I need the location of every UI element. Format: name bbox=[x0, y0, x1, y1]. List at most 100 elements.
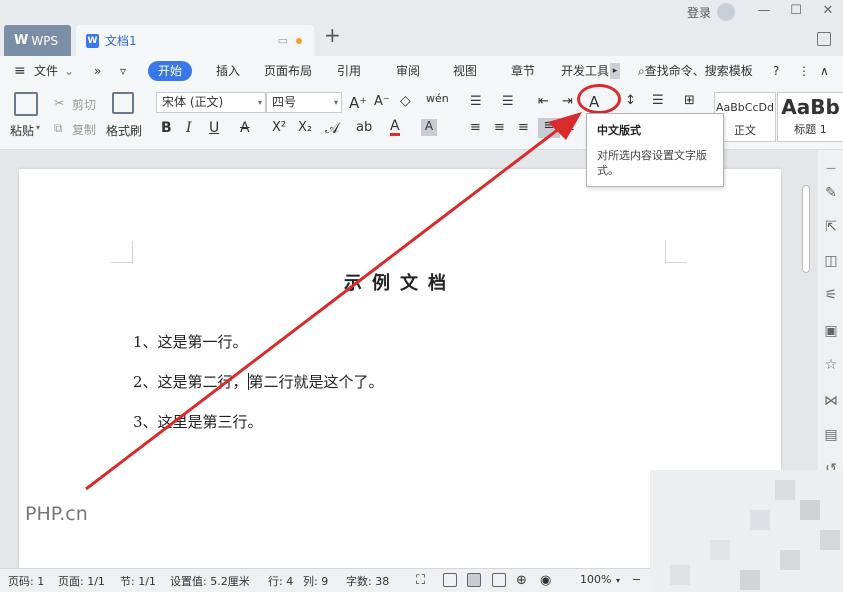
web-view-icon[interactable]: ⊕ bbox=[516, 573, 527, 588]
zoom-level[interactable]: 100% bbox=[580, 573, 611, 586]
status-page-number[interactable]: 页码: 1 bbox=[8, 573, 44, 589]
star-icon[interactable]: ☆ bbox=[822, 356, 840, 374]
tab-references[interactable]: 引用 bbox=[337, 56, 361, 86]
eye-protection-icon[interactable]: ◉ bbox=[540, 573, 551, 588]
minimize-icon[interactable]: — bbox=[754, 3, 774, 23]
strikethrough-button[interactable]: A bbox=[240, 120, 250, 136]
paste-icon[interactable] bbox=[14, 92, 38, 116]
style-heading-1[interactable]: AaBb 标题 1 bbox=[777, 92, 843, 142]
tab-developer[interactable]: 开发工具 bbox=[561, 56, 609, 86]
title-bar: 登录 — ☐ ✕ W WPS W 文档1 ▭ + bbox=[0, 0, 843, 56]
annotation-circle bbox=[577, 84, 621, 114]
line-spacing-icon[interactable]: ☰ bbox=[652, 93, 664, 108]
shapes-icon[interactable]: ◫ bbox=[822, 252, 840, 270]
command-search[interactable]: ⌕查找命令、搜索模板 bbox=[638, 56, 753, 86]
justify-icon[interactable]: ≡ bbox=[538, 118, 560, 138]
scissors-icon[interactable]: ✂ bbox=[54, 96, 64, 110]
bold-button[interactable]: B bbox=[161, 120, 172, 136]
zoom-out-button[interactable]: − bbox=[632, 573, 641, 586]
tab-page-layout[interactable]: 页面布局 bbox=[264, 56, 312, 86]
more-menu-icon[interactable]: » bbox=[94, 56, 101, 86]
font-name-value: 宋体 (正文) bbox=[162, 95, 224, 109]
screen-icon[interactable]: ▭ bbox=[278, 34, 288, 47]
minus-icon[interactable]: — bbox=[822, 160, 840, 178]
style-heading-label: 标题 1 bbox=[794, 123, 827, 136]
page-view-icon[interactable] bbox=[467, 573, 481, 587]
paste-button[interactable]: 粘贴 bbox=[10, 122, 34, 139]
increase-indent-icon[interactable]: ⇥ bbox=[562, 94, 573, 109]
align-center-icon[interactable]: ≡ bbox=[494, 120, 505, 135]
underline-button[interactable]: U bbox=[209, 120, 219, 136]
phonetic-guide-icon[interactable]: wén bbox=[426, 92, 449, 105]
italic-button[interactable]: I bbox=[186, 120, 192, 136]
chevron-down-icon[interactable]: ⌄ bbox=[64, 56, 74, 86]
tab-document[interactable]: W 文档1 ▭ bbox=[76, 25, 314, 56]
outline-view-icon[interactable] bbox=[492, 573, 506, 587]
cut-button[interactable]: 剪切 bbox=[72, 96, 96, 113]
tooltip-description: 对所选内容设置文字版式。 bbox=[597, 149, 707, 177]
new-tab-button[interactable]: + bbox=[324, 23, 341, 47]
font-name-select[interactable]: 宋体 (正文) ▾ bbox=[156, 92, 266, 113]
archive-icon[interactable]: ▤ bbox=[822, 426, 840, 444]
document-title: 示例文档 bbox=[344, 273, 456, 294]
collapse-ribbon-icon[interactable]: ∧ bbox=[820, 56, 829, 86]
login-link[interactable]: 登录 bbox=[687, 4, 711, 21]
borders-icon[interactable]: ⊞ bbox=[684, 93, 695, 108]
document-icon: W bbox=[86, 33, 99, 48]
cursor-icon[interactable]: ⇱ bbox=[822, 218, 840, 236]
shrink-font-icon[interactable]: A⁻ bbox=[374, 94, 390, 109]
align-left-icon[interactable]: ≡ bbox=[470, 120, 481, 135]
page-corner-mark bbox=[665, 241, 687, 263]
vertical-scrollbar[interactable] bbox=[802, 185, 810, 273]
grow-font-icon[interactable]: A⁺ bbox=[349, 94, 367, 112]
ribbon-scroll-right-icon[interactable]: ▸ bbox=[610, 63, 620, 79]
close-icon[interactable]: ✕ bbox=[818, 3, 838, 23]
quick-access-dropdown-icon[interactable]: ▿ bbox=[120, 56, 126, 86]
format-painter-icon[interactable] bbox=[112, 92, 134, 114]
status-pages[interactable]: 页面: 1/1 bbox=[58, 573, 105, 589]
bullet-list-icon[interactable]: ☰ bbox=[470, 94, 482, 109]
status-setting[interactable]: 设置值: 5.2厘米 bbox=[170, 573, 250, 589]
font-color-icon[interactable]: A bbox=[390, 119, 400, 136]
sort-icon[interactable]: ↕ bbox=[625, 93, 636, 108]
tab-insert[interactable]: 插入 bbox=[216, 56, 240, 86]
copy-button[interactable]: 复制 bbox=[72, 121, 96, 138]
chevron-down-icon[interactable]: ▾ bbox=[616, 576, 620, 585]
hamburger-icon[interactable]: ≡ bbox=[14, 56, 26, 86]
share-icon[interactable]: ⋈ bbox=[822, 392, 840, 410]
picture-icon[interactable]: ▣ bbox=[822, 322, 840, 340]
eraser-icon[interactable]: ◇ bbox=[400, 93, 411, 109]
avatar[interactable] bbox=[717, 3, 735, 21]
tab-view[interactable]: 视图 bbox=[453, 56, 477, 86]
pen-icon[interactable]: ✎ bbox=[822, 184, 840, 202]
maximize-icon[interactable]: ☐ bbox=[786, 3, 806, 23]
more-options-icon[interactable]: ⋮ bbox=[798, 56, 810, 86]
chevron-down-icon[interactable]: ▾ bbox=[36, 123, 40, 132]
adjust-icon[interactable]: ⚟ bbox=[822, 286, 840, 304]
tab-review[interactable]: 审阅 bbox=[396, 56, 420, 86]
status-section[interactable]: 节: 1/1 bbox=[120, 573, 156, 589]
reading-view-icon[interactable] bbox=[443, 573, 457, 587]
format-painter-button[interactable]: 格式刷 bbox=[106, 122, 142, 139]
highlight-icon[interactable]: ab bbox=[356, 120, 372, 135]
tab-wps-home[interactable]: W WPS bbox=[4, 25, 71, 56]
font-size-select[interactable]: 四号 ▾ bbox=[266, 92, 342, 113]
align-right-icon[interactable]: ≡ bbox=[518, 120, 529, 135]
status-word-count[interactable]: 字数: 38 bbox=[346, 573, 389, 589]
fullscreen-icon[interactable]: ⛶ bbox=[416, 573, 425, 588]
document-line-2-end: 第二行就是这个了。 bbox=[248, 373, 384, 391]
tab-home[interactable]: 开始 bbox=[148, 61, 193, 81]
superscript-button[interactable]: X² bbox=[272, 120, 286, 135]
decrease-indent-icon[interactable]: ⇤ bbox=[538, 94, 549, 109]
tab-section[interactable]: 章节 bbox=[511, 56, 535, 86]
copy-icon[interactable]: ⧉ bbox=[54, 121, 63, 136]
file-menu[interactable]: 文件 bbox=[34, 56, 58, 86]
character-shading-icon[interactable]: A bbox=[421, 119, 437, 136]
subscript-button[interactable]: X₂ bbox=[298, 120, 312, 135]
text-effect-icon[interactable]: 𝒜 bbox=[325, 119, 339, 137]
help-icon[interactable]: ? bbox=[773, 56, 779, 86]
side-panel-icon[interactable] bbox=[817, 32, 831, 46]
numbered-list-icon[interactable]: ☰ bbox=[502, 94, 514, 109]
document-line-1: 1、这是第一行。 bbox=[133, 333, 248, 351]
distributed-align-icon[interactable]: ≡ bbox=[564, 120, 575, 135]
